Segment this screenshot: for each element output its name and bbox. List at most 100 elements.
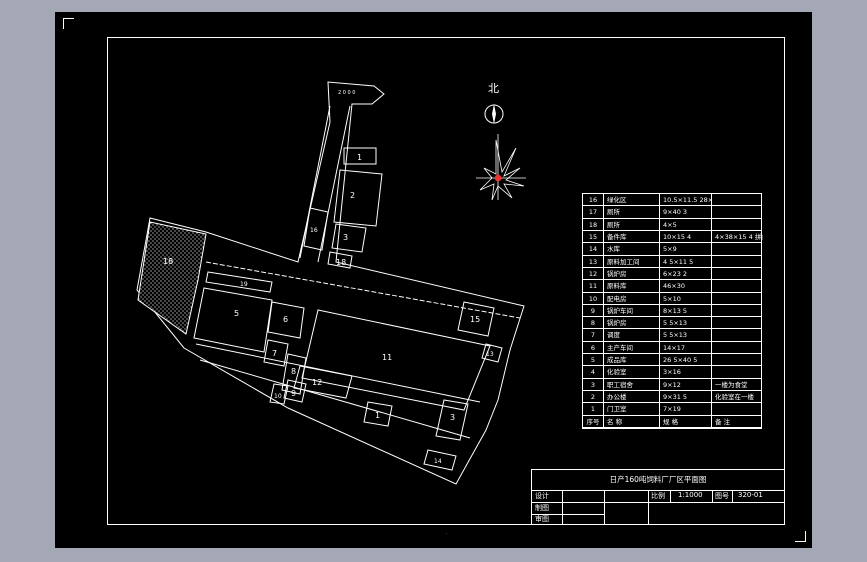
schedule-cell: 调度 xyxy=(603,329,659,341)
schedule-cell: 12 xyxy=(588,269,598,278)
draw-label: 制图 xyxy=(535,504,549,512)
label-12: 12 xyxy=(312,378,322,387)
label-3b: 3 xyxy=(450,413,455,422)
schedule-cell xyxy=(711,206,763,218)
schedule-cell: 10.5×11.5 28×45 xyxy=(659,194,711,206)
schedule-row: 9 锅炉车间 8×13 5 xyxy=(583,304,761,318)
schedule-cell: 8 xyxy=(590,319,596,328)
label-16: 16 xyxy=(310,227,318,234)
schedule-row: 6 主产车间 14×17 xyxy=(583,341,763,355)
schedule-cell: 规 格 xyxy=(659,415,711,427)
schedule-cell: 4×38×15 4 拼合 xyxy=(711,230,763,243)
building-5 xyxy=(193,287,273,353)
schedule-row: 16 绿化区10.5×11.5 28×45 xyxy=(583,194,763,207)
schedule-cell: 9×31 5 xyxy=(659,391,711,403)
label-9: 9 xyxy=(291,389,296,398)
schedule-cell: 锅炉房 xyxy=(603,317,659,329)
schedule-cell: 2 xyxy=(590,393,596,401)
schedule-cell: 3×16 xyxy=(659,366,711,378)
schedule-cell: 6 xyxy=(590,343,596,352)
label-8: 8 xyxy=(291,367,296,376)
drawing-title: 日产160吨饲料厂厂区平面图 xyxy=(532,470,784,491)
wind-rose-icon xyxy=(476,134,526,201)
label-11: 11 xyxy=(382,353,392,362)
schedule-cell: 一楼为食堂 xyxy=(711,378,763,390)
schedule-cell: 13 xyxy=(588,257,598,266)
road-line-1 xyxy=(205,261,521,319)
schedule-cell xyxy=(711,218,763,230)
green-area xyxy=(137,221,207,335)
schedule-cell xyxy=(711,280,763,292)
schedule-cell: 9 xyxy=(590,306,596,315)
schedule-cell: 备 注 xyxy=(711,415,763,427)
label-2: 2 xyxy=(350,191,355,200)
schedule-cell xyxy=(711,243,763,255)
schedule-header-row: 序号名 称规 格备 注 xyxy=(583,415,763,428)
schedule-row: 13 原料加工间 4 5×11 5 xyxy=(583,255,763,268)
schedule-cell: 名 称 xyxy=(603,415,659,427)
schedule-cell: 锅炉车间 xyxy=(603,304,659,317)
schedule-cell: 化验室 xyxy=(603,366,659,378)
label-5: 5 xyxy=(234,309,239,318)
schedule-row: 12 锅炉房 6×23 2 xyxy=(583,267,763,281)
schedule-cell xyxy=(711,366,763,378)
schedule-row: 3 职工宿舍 9×12 一楼为食堂 xyxy=(583,378,763,391)
schedule-cell xyxy=(711,403,763,415)
schedule-cell: 10×15 4 xyxy=(659,230,711,243)
schedule-cell xyxy=(711,329,763,341)
schedule-cell xyxy=(711,354,763,366)
schedule-cell: 厕所 xyxy=(603,218,659,230)
schedule-cell: 9×40 3 xyxy=(659,206,711,218)
label-10: 10 xyxy=(274,393,282,400)
schedule-cell: 5×10 xyxy=(659,292,711,304)
gate-label: 2 0 0 0 xyxy=(338,90,356,96)
schedule-cell xyxy=(711,267,763,280)
review-label: 审图 xyxy=(535,515,549,523)
schedule-cell: 配电房 xyxy=(603,292,659,304)
label-6: 6 xyxy=(283,315,288,324)
schedule-cell xyxy=(711,341,763,354)
schedule-cell: 5 xyxy=(590,356,596,365)
schedule-cell: 7 xyxy=(590,331,596,340)
schedule-cell xyxy=(711,255,763,267)
label-19: 19 xyxy=(240,281,248,288)
schedule-cell: 化验室在一楼 xyxy=(711,391,763,403)
schedule-row: 15 备件库 10×15 4 4×38×15 4 拼合 xyxy=(583,230,763,244)
schedule-cell: 15 xyxy=(588,232,598,241)
schedule-cell: 门卫室 xyxy=(603,403,659,415)
schedule-row: 2 办公楼 9×31 5 化验室在一楼 xyxy=(583,391,763,404)
schedule-row: 17 厕所 9×40 3 xyxy=(583,206,763,219)
schedule-cell: 锅炉房 xyxy=(603,267,659,280)
schedule-row: 11 原料库 46×30 xyxy=(583,280,763,293)
title-block: 日产160吨饲料厂厂区平面图 设计 制图 审图 比例 1:1000 图号 320… xyxy=(531,469,785,525)
label-1b: 1 xyxy=(375,411,380,420)
north-arrow: 北 xyxy=(484,82,504,124)
schedule-cell: 17 xyxy=(588,208,598,217)
label-3: 3 xyxy=(343,233,348,242)
schedule-cell xyxy=(711,317,763,329)
schedule-row: 1 门卫室 7×19 xyxy=(583,403,763,416)
schedule-cell: 9×12 xyxy=(659,378,711,390)
schedule-cell: 5 5×13 xyxy=(659,317,711,329)
schedule-cell: 8×13 5 xyxy=(659,304,711,317)
schedule-cell: 职工宿舍 xyxy=(603,378,659,390)
schedule-cell: 4 5×11 5 xyxy=(659,255,711,267)
label-18: 18 xyxy=(336,258,346,267)
schedule-row: 18 厕所 4×5 xyxy=(583,218,763,231)
schedule-cell: 3 xyxy=(590,380,596,389)
label-green: 18 xyxy=(163,257,173,266)
schedule-cell: 厕所 xyxy=(603,206,659,218)
schedule-cell: 办公楼 xyxy=(603,391,659,403)
north-label: 北 xyxy=(488,82,499,95)
label-1: 1 xyxy=(357,153,362,162)
schedule-cell xyxy=(711,194,763,206)
label-14: 14 xyxy=(434,458,442,465)
schedule-cell: 原料库 xyxy=(603,280,659,292)
schedule-cell: 成品库 xyxy=(603,354,659,366)
schedule-row: 8 锅炉房 5 5×13 xyxy=(583,317,763,330)
drawing-no-label: 图号 xyxy=(715,492,729,500)
building-schedule: 16绿化区10.5×11.5 28×4517厕所9×40 318厕所4×515备… xyxy=(582,193,763,429)
schedule-row: 4 化验室 3×16 xyxy=(583,366,763,379)
schedule-row: 14 水库 5×9 xyxy=(583,243,763,256)
schedule-cell: 11 xyxy=(588,282,598,291)
